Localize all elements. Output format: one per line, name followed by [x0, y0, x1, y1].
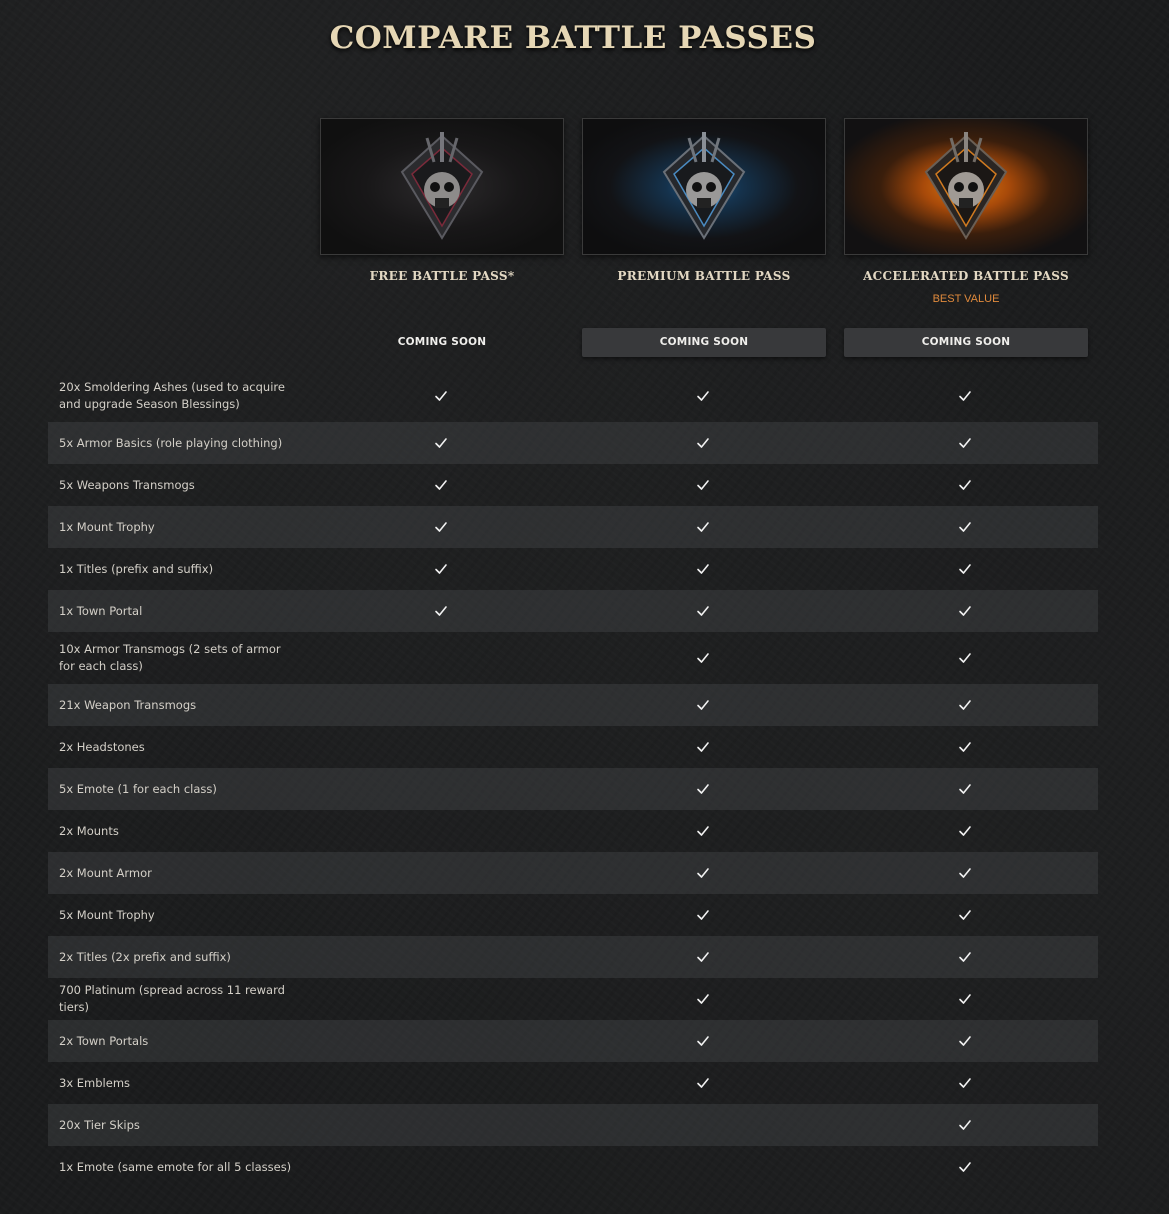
- pass-name: PREMIUM BATTLE PASS: [617, 269, 791, 283]
- checkmark-icon: [693, 1073, 713, 1093]
- checkmark-icon: [693, 905, 713, 925]
- table-row: 700 Platinum (spread across 11 reward ti…: [48, 978, 1098, 1020]
- checkmark-icon: [955, 1073, 975, 1093]
- page-title: COMPARE BATTLE PASSES: [329, 20, 817, 56]
- table-row: 3x Emblems: [48, 1062, 1098, 1104]
- feature-label: 2x Titles (2x prefix and suffix): [59, 949, 231, 964]
- checkmark-icon: [955, 601, 975, 621]
- table-row: 5x Weapons Transmogs: [48, 464, 1098, 506]
- feature-label: 5x Mount Trophy: [59, 907, 155, 922]
- feature-label: 1x Town Portal: [59, 603, 143, 618]
- checkmark-icon: [693, 737, 713, 757]
- table-row: 2x Headstones: [48, 726, 1098, 768]
- checkmark-icon: [955, 695, 975, 715]
- table-row: 1x Titles (prefix and suffix): [48, 548, 1098, 590]
- checkmark-icon: [431, 601, 451, 621]
- checkmark-icon: [431, 386, 451, 406]
- checkmark-icon: [955, 559, 975, 579]
- feature-label: 5x Weapons Transmogs: [59, 477, 195, 492]
- checkmark-icon: [693, 386, 713, 406]
- feature-label: 700 Platinum (spread across 11 reward ti…: [59, 983, 285, 1014]
- table-row: 21x Weapon Transmogs: [48, 684, 1098, 726]
- table-row: 5x Emote (1 for each class): [48, 768, 1098, 810]
- checkmark-icon: [693, 1031, 713, 1051]
- table-row: 1x Town Portal: [48, 590, 1098, 632]
- table-row: 2x Mount Armor: [48, 852, 1098, 894]
- table-row: 2x Town Portals: [48, 1020, 1098, 1062]
- feature-label: 1x Titles (prefix and suffix): [59, 561, 214, 576]
- feature-label: 10x Armor Transmogs (2 sets of armor for…: [59, 642, 281, 673]
- checkmark-icon: [955, 475, 975, 495]
- checkmark-icon: [955, 821, 975, 841]
- feature-label: 1x Emote (same emote for all 5 classes): [59, 1159, 292, 1174]
- feature-label: 3x Emblems: [59, 1075, 131, 1090]
- checkmark-icon: [955, 947, 975, 967]
- pass-name: FREE BATTLE PASS*: [369, 269, 515, 283]
- checkmark-icon: [955, 433, 975, 453]
- checkmark-icon: [955, 648, 975, 668]
- free-coming-soon-button[interactable]: COMING SOON: [320, 328, 564, 357]
- table-row: 10x Armor Transmogs (2 sets of armor for…: [48, 632, 1098, 684]
- checkmark-icon: [431, 517, 451, 537]
- checkmark-icon: [693, 559, 713, 579]
- checkmark-icon: [693, 517, 713, 537]
- checkmark-icon: [693, 821, 713, 841]
- checkmark-icon: [693, 601, 713, 621]
- comparison-table: 20x Smoldering Ashes (used to acquire an…: [48, 370, 1098, 1188]
- feature-label: 21x Weapon Transmogs: [59, 697, 197, 712]
- checkmark-icon: [431, 475, 451, 495]
- checkmark-icon: [955, 737, 975, 757]
- pass-name: ACCELERATED BATTLE PASS: [863, 269, 1069, 283]
- checkmark-icon: [693, 475, 713, 495]
- checkmark-icon: [431, 433, 451, 453]
- checkmark-icon: [431, 559, 451, 579]
- checkmark-icon: [955, 779, 975, 799]
- checkmark-icon: [955, 1115, 975, 1135]
- checkmark-icon: [693, 695, 713, 715]
- table-row: 5x Armor Basics (role playing clothing): [48, 422, 1098, 464]
- pass-column-premium: PREMIUM BATTLE PASS: [582, 118, 826, 283]
- premium-pass-image: [582, 118, 826, 255]
- accelerated-pass-image: [844, 118, 1088, 255]
- table-row: 1x Emote (same emote for all 5 classes): [48, 1146, 1098, 1188]
- checkmark-icon: [693, 989, 713, 1009]
- premium-coming-soon-button[interactable]: COMING SOON: [582, 328, 826, 357]
- checkmark-icon: [693, 433, 713, 453]
- checkmark-icon: [955, 989, 975, 1009]
- table-row: 20x Tier Skips: [48, 1104, 1098, 1146]
- pass-column-accelerated: ACCELERATED BATTLE PASS BEST VALUE: [844, 118, 1088, 305]
- feature-label: 20x Tier Skips: [59, 1117, 140, 1132]
- feature-label: 2x Mounts: [59, 823, 119, 838]
- checkmark-icon: [693, 863, 713, 883]
- feature-label: 2x Mount Armor: [59, 865, 152, 880]
- free-pass-image: [320, 118, 564, 255]
- checkmark-icon: [955, 1031, 975, 1051]
- feature-label: 2x Town Portals: [59, 1033, 149, 1048]
- checkmark-icon: [955, 517, 975, 537]
- checkmark-icon: [955, 905, 975, 925]
- checkmark-icon: [693, 947, 713, 967]
- feature-label: 5x Armor Basics (role playing clothing): [59, 435, 283, 450]
- feature-label: 20x Smoldering Ashes (used to acquire an…: [59, 380, 285, 411]
- table-row: 2x Titles (2x prefix and suffix): [48, 936, 1098, 978]
- skull-emblem-blue-icon: [662, 131, 746, 240]
- table-row: 5x Mount Trophy: [48, 894, 1098, 936]
- accelerated-coming-soon-button[interactable]: COMING SOON: [844, 328, 1088, 357]
- checkmark-icon: [955, 863, 975, 883]
- table-row: 20x Smoldering Ashes (used to acquire an…: [48, 370, 1098, 422]
- feature-label: 5x Emote (1 for each class): [59, 781, 217, 796]
- skull-emblem-icon: [400, 131, 484, 240]
- feature-label: 1x Mount Trophy: [59, 519, 155, 534]
- table-row: 2x Mounts: [48, 810, 1098, 852]
- checkmark-icon: [693, 779, 713, 799]
- table-row: 1x Mount Trophy: [48, 506, 1098, 548]
- pass-column-free: FREE BATTLE PASS*: [320, 118, 564, 283]
- checkmark-icon: [955, 1157, 975, 1177]
- feature-label: 2x Headstones: [59, 739, 145, 754]
- checkmark-icon: [955, 386, 975, 406]
- best-value-badge: BEST VALUE: [932, 293, 1000, 305]
- skull-emblem-orange-icon: [924, 131, 1008, 240]
- checkmark-icon: [693, 648, 713, 668]
